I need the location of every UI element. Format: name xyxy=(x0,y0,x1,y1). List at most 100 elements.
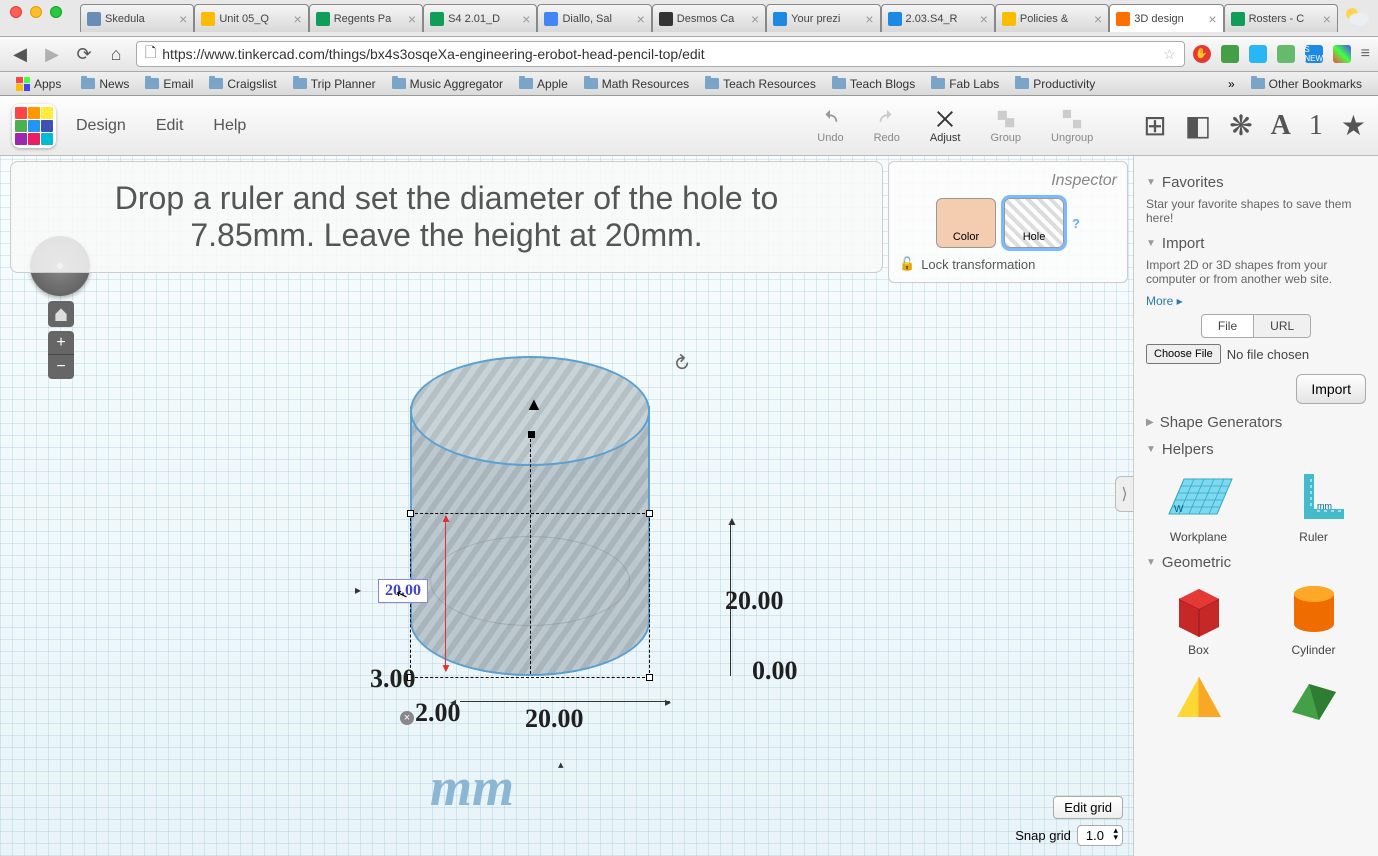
height-handle[interactable] xyxy=(528,431,535,438)
section-geometric[interactable]: ▼Geometric xyxy=(1146,554,1366,571)
hole-swatch[interactable]: Hole xyxy=(1004,198,1064,248)
number-tool-icon[interactable]: 1 xyxy=(1309,110,1323,142)
bookmark-item[interactable]: Math Resources xyxy=(576,75,697,93)
adjust-button[interactable]: Adjust xyxy=(930,108,961,144)
window-close[interactable] xyxy=(10,6,22,18)
window-zoom[interactable] xyxy=(50,6,62,18)
star-tool-icon[interactable]: ★ xyxy=(1341,109,1366,142)
adblock-icon[interactable]: ✋ xyxy=(1193,45,1211,63)
tinkercad-logo[interactable] xyxy=(12,104,56,148)
bookmark-item[interactable]: News xyxy=(73,75,137,93)
chrome-menu[interactable]: ≡ xyxy=(1361,45,1370,63)
bookmark-item[interactable]: Teach Resources xyxy=(697,75,824,93)
bookmark-item[interactable]: Craigslist xyxy=(201,75,284,93)
close-icon[interactable]: × xyxy=(865,11,873,27)
forward-button[interactable]: ▶ xyxy=(40,42,64,66)
section-favorites[interactable]: ▼Favorites xyxy=(1146,174,1366,191)
choose-file-button[interactable]: Choose File xyxy=(1146,344,1221,364)
import-tab-url[interactable]: URL xyxy=(1254,314,1311,338)
bookmark-item[interactable]: Apple xyxy=(511,75,576,93)
browser-tab[interactable]: Regents Pa× xyxy=(309,4,423,32)
close-icon[interactable]: × xyxy=(751,11,759,27)
color-swatch[interactable]: Color xyxy=(936,198,996,248)
url-field[interactable]: 🗋 https://www.tinkercad.com/things/bx4s3… xyxy=(136,41,1185,67)
dimension-base[interactable]: 0.00 xyxy=(752,656,798,686)
browser-tab[interactable]: 2.03.S4_R× xyxy=(881,4,995,32)
lock-icon[interactable]: 🔓 xyxy=(899,256,915,272)
shape-pyramid[interactable] xyxy=(1146,667,1251,727)
snap-grid-select[interactable]: 1.0▴▾ xyxy=(1077,825,1123,846)
bookmark-item[interactable]: Productivity xyxy=(1007,75,1103,93)
apps-button[interactable]: Apps xyxy=(8,75,69,93)
close-icon[interactable]: × xyxy=(408,11,416,27)
extension-icon[interactable] xyxy=(1249,45,1267,63)
close-icon[interactable]: × xyxy=(522,11,530,27)
import-button[interactable]: Import xyxy=(1296,374,1366,404)
dimension-height[interactable]: 20.00 xyxy=(725,586,784,616)
bookmark-item[interactable]: Email xyxy=(137,75,201,93)
reload-button[interactable]: ⟳ xyxy=(72,42,96,66)
browser-tab[interactable]: Skedula× xyxy=(80,4,194,32)
close-icon[interactable]: × xyxy=(1323,11,1331,27)
extension-icon[interactable] xyxy=(1333,45,1351,63)
canvas[interactable]: Drop a ruler and set the diameter of the… xyxy=(0,156,1133,856)
close-icon[interactable]: × xyxy=(980,11,988,27)
helper-workplane[interactable]: W Workplane xyxy=(1146,466,1251,544)
extension-icon[interactable] xyxy=(1221,45,1239,63)
dimension-width[interactable]: 20.00 xyxy=(525,704,584,734)
evernote-icon[interactable] xyxy=(1277,45,1295,63)
lock-label[interactable]: Lock transformation xyxy=(921,257,1035,272)
browser-tab[interactable]: Policies &× xyxy=(995,4,1109,32)
edit-grid-button[interactable]: Edit grid xyxy=(1053,796,1123,819)
browser-tab[interactable]: Diallo, Sal× xyxy=(537,4,651,32)
extension-icon[interactable]: SNEW xyxy=(1305,45,1323,63)
close-icon[interactable]: × xyxy=(1094,11,1102,27)
helper-ruler[interactable]: mm Ruler xyxy=(1261,466,1366,544)
undo-button[interactable]: Undo xyxy=(817,108,843,144)
close-icon[interactable]: × xyxy=(637,11,645,27)
bookmark-item[interactable]: Teach Blogs xyxy=(824,75,923,93)
browser-tab[interactable]: S4 2.01_D× xyxy=(423,4,537,32)
zoom-in-button[interactable]: + xyxy=(48,331,74,355)
browser-tab[interactable]: Unit 05_Q× xyxy=(194,4,308,32)
move-handle[interactable]: ▲ xyxy=(525,394,543,415)
menu-edit[interactable]: Edit xyxy=(156,117,184,135)
ungroup-button[interactable]: Ungroup xyxy=(1051,108,1093,144)
close-icon[interactable]: × xyxy=(294,11,302,27)
grid-view-icon[interactable]: ⊞ xyxy=(1143,109,1166,142)
browser-tab[interactable]: Rosters - C× xyxy=(1224,4,1338,32)
other-bookmarks[interactable]: Other Bookmarks xyxy=(1243,75,1370,93)
back-button[interactable]: ◀ xyxy=(8,42,32,66)
section-helpers[interactable]: ▼Helpers xyxy=(1146,441,1366,458)
section-import[interactable]: ▼Import xyxy=(1146,235,1366,252)
cube-view-icon[interactable]: ◧ xyxy=(1185,109,1211,142)
shape-box[interactable]: Box xyxy=(1146,579,1251,657)
bookmark-item[interactable]: Trip Planner xyxy=(285,75,384,93)
rotate-handle[interactable]: ↻ xyxy=(667,349,696,379)
shape-cylinder[interactable]: Cylinder xyxy=(1261,579,1366,657)
import-tab-file[interactable]: File xyxy=(1201,314,1254,338)
sidebar-toggle[interactable]: ⟩ xyxy=(1115,476,1133,512)
zoom-out-button[interactable]: − xyxy=(48,355,74,379)
ruler-origin-close[interactable]: × xyxy=(400,711,414,725)
bookmark-item[interactable]: Music Aggregator xyxy=(384,75,511,93)
bookmark-item[interactable]: Fab Labs xyxy=(923,75,1007,93)
window-minimize[interactable] xyxy=(30,6,42,18)
group-button[interactable]: Group xyxy=(990,108,1021,144)
home-button[interactable]: ⌂ xyxy=(104,42,128,66)
bookmarks-overflow[interactable]: » xyxy=(1228,77,1235,91)
dimension-left[interactable]: 3.00 xyxy=(370,664,416,694)
shape-roof[interactable] xyxy=(1261,667,1366,727)
redo-button[interactable]: Redo xyxy=(874,108,900,144)
import-more-link[interactable]: More ▸ xyxy=(1146,294,1366,308)
browser-tab[interactable]: 3D design× xyxy=(1109,4,1223,32)
browser-tab[interactable]: Desmos Ca× xyxy=(652,4,766,32)
star-icon[interactable]: ☆ xyxy=(1163,46,1176,63)
close-icon[interactable]: × xyxy=(1208,11,1216,27)
text-tool-icon[interactable]: A xyxy=(1271,110,1291,142)
settings-icon[interactable]: ❋ xyxy=(1229,109,1252,142)
menu-help[interactable]: Help xyxy=(213,117,246,135)
section-generators[interactable]: ▶Shape Generators xyxy=(1146,414,1366,431)
inspector-help[interactable]: ? xyxy=(1072,216,1080,231)
browser-tab[interactable]: Your prezi× xyxy=(766,4,880,32)
